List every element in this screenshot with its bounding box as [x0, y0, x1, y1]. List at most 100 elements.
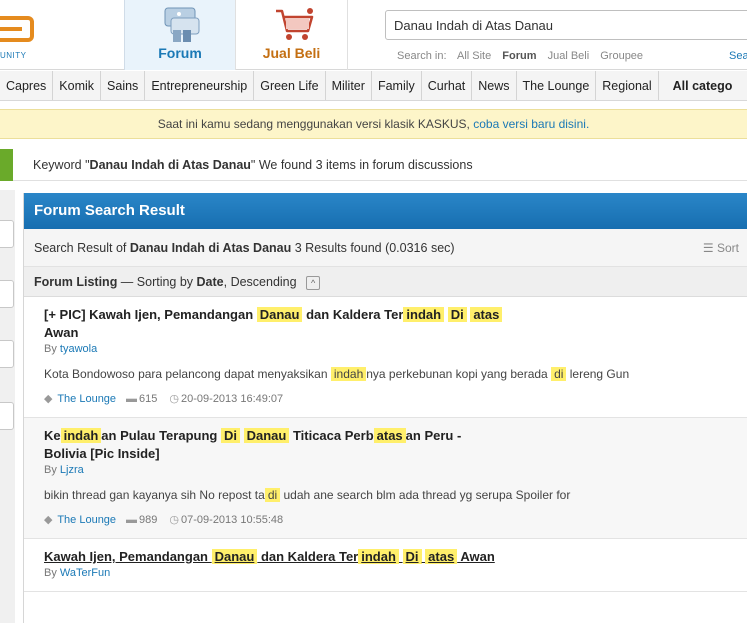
- thread-snippet-text: udah ane search blm ada thread yg serupa…: [280, 488, 571, 502]
- thread-title-highlight: Danau: [243, 428, 290, 443]
- thread-title-text: Awan: [457, 549, 495, 564]
- sidebar-control[interactable]: [0, 280, 14, 308]
- search-option-groupee[interactable]: Groupee: [600, 50, 643, 62]
- tab-jual-beli[interactable]: Jual Beli: [236, 0, 348, 70]
- thread-title-text: dan Kaldera Ter: [302, 307, 404, 322]
- thread-title-text: dan Kaldera Ter: [257, 549, 359, 564]
- thread-author-link[interactable]: Ljzra: [60, 464, 84, 476]
- thread-category-link[interactable]: ◆ The Lounge: [44, 514, 116, 526]
- search-option-all-site[interactable]: All Site: [457, 50, 491, 62]
- nav-item-sains[interactable]: Sains: [101, 71, 146, 100]
- nav-item-regional[interactable]: Regional: [596, 71, 659, 100]
- sidebar-control[interactable]: [0, 402, 14, 430]
- comment-icon: ▬: [126, 514, 138, 526]
- thread-title-highlight: atas: [470, 307, 503, 322]
- thread-category-label: The Lounge: [54, 393, 117, 405]
- thread-snippet: Kota Bondowoso para pelancong dapat meny…: [44, 367, 733, 381]
- nav-item-capres[interactable]: Capres: [0, 71, 54, 100]
- kaskus-logo[interactable]: UNITY: [0, 0, 124, 70]
- sidebar-control[interactable]: [0, 340, 14, 368]
- shopping-cart-icon: [276, 8, 314, 40]
- logo-mark-icon: [0, 16, 34, 42]
- thread-author-link[interactable]: tyawola: [60, 343, 97, 355]
- thread-snippet-text: Kota Bondowoso para pelancong dapat meny…: [44, 367, 331, 381]
- nav-item-the-lounge[interactable]: The Lounge: [517, 71, 597, 100]
- nav-item-news[interactable]: News: [472, 71, 517, 100]
- thread-category-link[interactable]: ◆ The Lounge: [44, 393, 116, 405]
- sidebar-control[interactable]: [0, 220, 14, 248]
- thread-date: 20-09-2013 16:49:07: [181, 393, 284, 405]
- result-suffix: 3 Results found (0.0316 sec): [291, 241, 455, 255]
- classic-version-notice: Saat ini kamu sedang menggunakan versi k…: [0, 109, 747, 139]
- thread-author-link[interactable]: WaTerFun: [60, 567, 110, 579]
- nav-item-entrepreneurship[interactable]: Entrepreneurship: [145, 71, 255, 100]
- thread-meta: ◆ The Lounge ▬ 989 ◷ 07-09-2013 10:55:48: [44, 513, 733, 526]
- thread-item: [+ PIC] Kawah Ijen, Pemandangan Danau da…: [24, 297, 747, 418]
- tab-forum-label: Forum: [158, 45, 202, 61]
- search-in-label: Search in:: [397, 50, 447, 62]
- nav-item-green-life[interactable]: Green Life: [254, 71, 326, 100]
- thread-item: Ke indah an Pulau Terapung Di Danau Titica…: [24, 418, 747, 539]
- keyword-summary: Keyword "Danau Indah di Atas Danau" We f…: [33, 158, 473, 172]
- thread-title-link[interactable]: [+ PIC] Kawah Ijen, Pemandangan Danau da…: [44, 306, 504, 342]
- advanced-search-link[interactable]: Sea: [729, 50, 747, 62]
- thread-title-highlight: Di: [447, 307, 467, 322]
- logo-text: UNITY: [0, 51, 27, 60]
- nav-item-family[interactable]: Family: [372, 71, 422, 100]
- new-version-link[interactable]: coba versi baru disini.: [473, 117, 589, 131]
- thread-snippet-text: lereng Gun: [566, 367, 630, 381]
- thread-snippet-highlight: di: [551, 367, 567, 381]
- thread-title-highlight: indah: [60, 428, 102, 443]
- thread-title-highlight: atas: [373, 428, 406, 443]
- thread-title-highlight: indah: [403, 307, 445, 322]
- thread-reply-count: 989: [139, 514, 158, 526]
- thread-snippet-highlight: di: [264, 488, 281, 502]
- thread-item: Kawah Ijen, Pemandangan Danau dan Kalder…: [24, 539, 747, 592]
- comment-icon: ▬: [126, 393, 138, 405]
- thread-category-label: The Lounge: [54, 514, 117, 526]
- listing-sort-text: — Sorting by: [117, 275, 197, 289]
- search-option-jual-beli[interactable]: Jual Beli: [548, 50, 590, 62]
- thread-title-highlight: Di: [220, 428, 240, 443]
- collapse-toggle-icon[interactable]: ^: [306, 275, 321, 290]
- panel-title: Forum Search Result: [24, 193, 747, 229]
- nav-item-komik[interactable]: Komik: [53, 71, 102, 100]
- sort-button[interactable]: ☰ Sort: [703, 229, 739, 267]
- thread-title-highlight: Di: [402, 549, 422, 564]
- tag-icon: ◆: [44, 514, 53, 526]
- forum-icon: [164, 7, 200, 42]
- site-header: UNITY Forum Jual Beli Danau Indah di Ata…: [0, 0, 747, 70]
- search-result-panel: Forum Search Result Search Result of Dan…: [23, 193, 747, 623]
- thread-title-text: Ke: [44, 428, 61, 443]
- sort-label: Sort: [716, 241, 739, 255]
- thread-title-highlight: Danau: [211, 549, 258, 564]
- keyword-suffix: " We found 3 items in forum discussions: [250, 158, 473, 172]
- keyword-bar-accent: [0, 149, 13, 181]
- thread-author-line: By WaTerFun: [44, 567, 111, 579]
- result-keyword: Danau Indah di Atas Danau: [129, 241, 292, 255]
- keyword-value: Danau Indah di Atas Danau: [89, 158, 251, 172]
- thread-title-text: Titicaca Perb: [289, 428, 374, 443]
- nav-item-all-categories[interactable]: All catego: [659, 71, 739, 100]
- thread-title-text: an Pulau Terapung: [101, 428, 221, 443]
- tab-jual-beli-label: Jual Beli: [262, 45, 321, 61]
- clock-icon: ◷: [169, 393, 180, 405]
- thread-author-line: By Ljzra: [44, 464, 84, 476]
- tab-forum[interactable]: Forum: [124, 0, 236, 70]
- keyword-prefix: Keyword ": [33, 158, 90, 172]
- nav-item-curhat[interactable]: Curhat: [422, 71, 473, 100]
- thread-title-link[interactable]: Kawah Ijen, Pemandangan Danau dan Kalder…: [44, 548, 504, 566]
- clock-icon: ◷: [169, 514, 180, 526]
- thread-title-text: [399, 549, 403, 564]
- thread-title-text: Awan: [44, 325, 79, 340]
- tag-icon: ◆: [44, 393, 53, 405]
- listing-label: Forum Listing: [34, 275, 118, 289]
- nav-item-militer[interactable]: Militer: [326, 71, 372, 100]
- result-summary: Search Result of Danau Indah di Atas Dan…: [24, 229, 747, 267]
- category-nav: Capres Komik Sains Entrepreneurship Green Li…: [0, 71, 747, 101]
- thread-title-link[interactable]: Ke indah an Pulau Terapung Di Danau Titica…: [44, 427, 504, 463]
- thread-snippet: bikin thread gan kayanya sih No repost t…: [44, 488, 733, 502]
- search-input[interactable]: Danau Indah di Atas Danau: [385, 10, 747, 40]
- thread-title-highlight: atas: [425, 549, 458, 564]
- search-option-forum[interactable]: Forum: [502, 50, 536, 62]
